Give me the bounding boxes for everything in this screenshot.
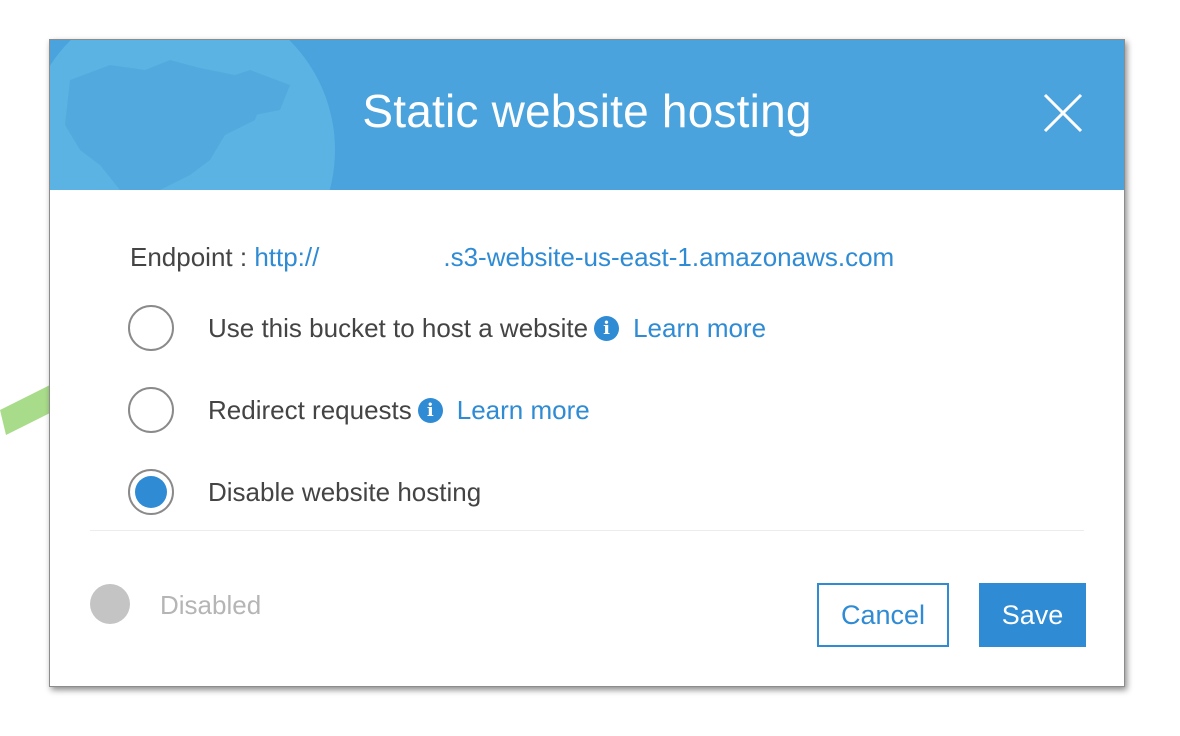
save-button[interactable]: Save	[979, 583, 1086, 647]
static-website-hosting-dialog: Static website hosting Endpoint : http:/…	[49, 39, 1125, 687]
radio-host-website[interactable]	[128, 305, 174, 351]
learn-more-link[interactable]: Learn more	[457, 395, 590, 426]
divider	[90, 530, 1084, 531]
endpoint-label: Endpoint :	[130, 242, 255, 272]
endpoint-link-prefix[interactable]: http://	[254, 242, 319, 272]
option-label: Redirect requests	[208, 394, 412, 425]
endpoint-row: Endpoint : http:// .s3-website-us-east-1.…	[130, 242, 894, 273]
info-icon[interactable]: i	[417, 397, 443, 423]
status-label: Disabled	[160, 590, 262, 620]
radio-redirect-requests[interactable]	[128, 387, 174, 433]
option-label: Use this bucket to host a website	[208, 312, 589, 343]
dialog-header: Static website hosting	[50, 40, 1124, 190]
option-disable-hosting[interactable]: Disable website hosting	[128, 466, 481, 518]
info-icon[interactable]: i	[594, 315, 620, 341]
learn-more-link[interactable]: Learn more	[633, 313, 766, 344]
option-label: Disable website hosting	[208, 476, 482, 507]
option-redirect-requests[interactable]: Redirect requests i Learn more	[128, 384, 590, 436]
endpoint-link-suffix[interactable]: .s3-website-us-east-1.amazonaws.com	[443, 242, 894, 272]
dialog-title: Static website hosting	[362, 85, 812, 137]
close-icon[interactable]	[1042, 92, 1084, 134]
cancel-button[interactable]: Cancel	[817, 583, 949, 647]
radio-disable-hosting[interactable]	[128, 469, 174, 515]
status-indicator	[90, 584, 130, 624]
option-host-website[interactable]: Use this bucket to host a website i Lear…	[128, 302, 766, 354]
